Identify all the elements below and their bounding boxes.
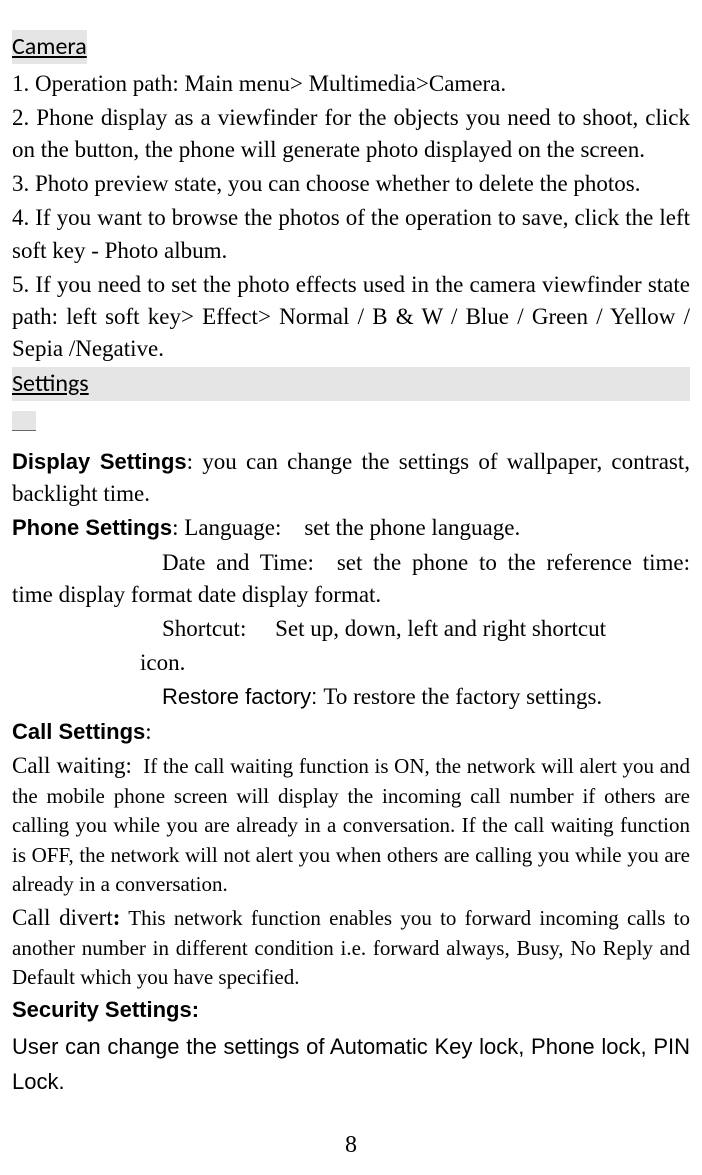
- security-settings-label: Security Settings:: [12, 997, 199, 1022]
- call-settings-label: Call Settings: [12, 719, 145, 744]
- camera-step-2: 2. Phone display as a viewfinder for the…: [12, 102, 690, 166]
- security-settings-text: User can change the settings of Automati…: [12, 1029, 690, 1099]
- section-heading-camera: Camera: [12, 30, 87, 64]
- display-settings-label: Display Settings: [12, 449, 187, 474]
- camera-step-1: 1. Operation path: Main menu> Multimedia…: [12, 68, 690, 100]
- call-waiting-label: Call waiting:: [12, 753, 132, 778]
- phone-settings-language: Phone Settings: Language: set the phone …: [12, 512, 690, 544]
- phone-settings-language-text: : Language: set the phone language.: [172, 515, 520, 540]
- page-number: 8: [0, 1129, 702, 1163]
- call-divert-label: Call divert: [12, 905, 113, 930]
- phone-settings-label: Phone Settings: [12, 515, 172, 540]
- camera-step-4: 4. If you want to browse the photos of t…: [12, 202, 690, 266]
- phone-settings-datetime: Date and Time: set the phone to the refe…: [12, 547, 690, 611]
- phone-settings-shortcut-cont: icon.: [12, 647, 690, 679]
- display-settings-para: Display Settings: you can change the set…: [12, 446, 690, 510]
- section-heading-settings: Settings: [12, 367, 690, 401]
- camera-step-5: 5. If you need to set the photo effects …: [12, 269, 690, 366]
- phone-settings-shortcut: Shortcut: Set up, down, left and right s…: [12, 613, 690, 645]
- security-settings-heading: Security Settings:: [12, 994, 690, 1026]
- camera-step-3: 3. Photo preview state, you can choose w…: [12, 168, 690, 200]
- call-divert-para: Call divert: This network function enabl…: [12, 902, 690, 993]
- phone-settings-restore: Restore factory: To restore the factory …: [12, 681, 690, 713]
- call-settings-heading: Call Settings:: [12, 716, 690, 748]
- call-waiting-para: Call waiting: If the call waiting functi…: [12, 750, 690, 900]
- empty-highlight: [12, 411, 36, 431]
